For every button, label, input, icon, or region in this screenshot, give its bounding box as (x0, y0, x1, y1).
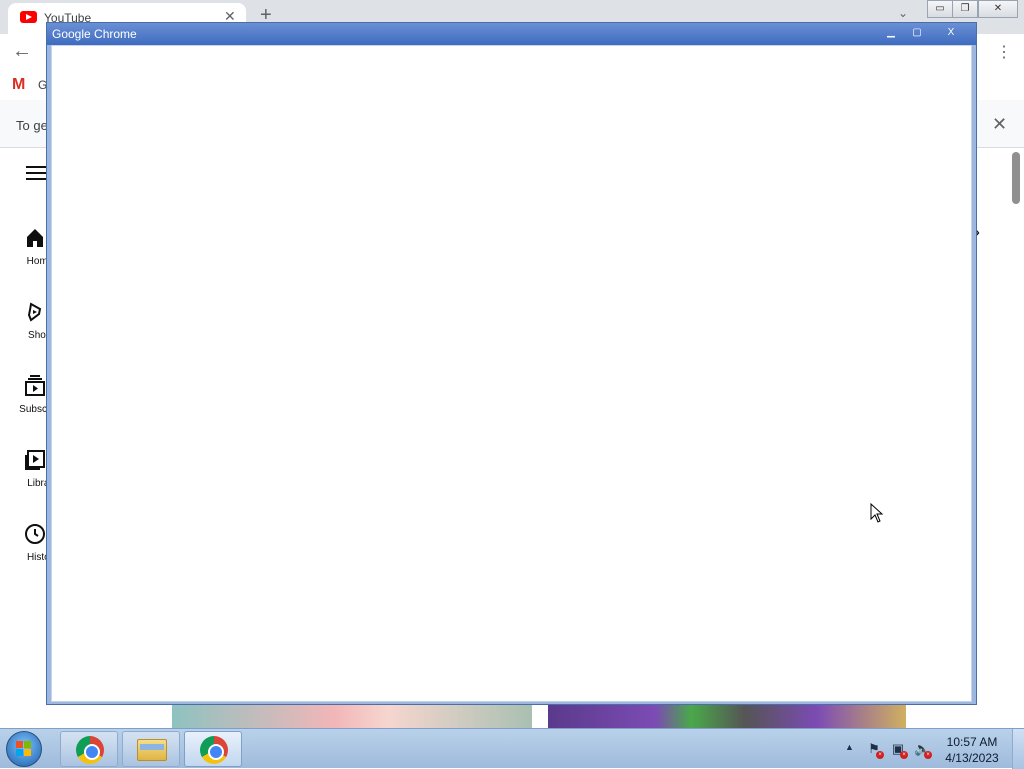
more-menu-icon[interactable]: ⋮ (996, 42, 1012, 62)
folder-icon (137, 739, 167, 761)
home-icon (27, 229, 43, 247)
shorts-icon (27, 302, 42, 322)
taskbar-chrome-button[interactable] (60, 731, 118, 767)
taskbar-chrome-active-button[interactable] (184, 731, 242, 767)
popup-title: Google Chrome (52, 27, 137, 41)
popup-close-button[interactable]: X (939, 25, 963, 41)
clock-date: 4/13/2023 (945, 751, 999, 765)
start-button[interactable] (6, 731, 42, 767)
taskbar-explorer-button[interactable] (122, 731, 180, 767)
close-window-button[interactable]: ✕ (978, 0, 1018, 18)
info-bar-text: To ge (16, 118, 48, 133)
hamburger-menu-icon[interactable] (26, 166, 46, 184)
taskbar: ▲ ⚑ × ▣ × 🔈 × 10:57 AM 4/13/2023 (0, 728, 1024, 769)
restore-button[interactable]: ❐ (952, 0, 978, 18)
back-arrow-icon[interactable]: ← (12, 40, 32, 63)
video-thumbnail[interactable] (548, 704, 906, 728)
popup-minimize-button[interactable]: ▁ (879, 25, 903, 41)
library-icon (25, 450, 45, 470)
clock-time: 10:57 AM (946, 735, 998, 749)
action-center-flag-icon[interactable]: ⚑ × (866, 741, 884, 759)
subscriptions-icon (25, 375, 45, 396)
popup-maximize-button[interactable]: ▢ (905, 25, 929, 41)
system-clock[interactable]: 10:57 AM 4/13/2023 (936, 734, 1008, 766)
windows-logo-icon (16, 741, 32, 757)
info-bar-close-icon[interactable]: ✕ (992, 114, 1007, 135)
popup-title-bar[interactable]: Google Chrome ▁ ▢ X (47, 23, 976, 45)
show-desktop-button[interactable] (1012, 729, 1024, 769)
youtube-icon (20, 11, 37, 23)
minimize-button[interactable]: ▭ (927, 0, 953, 18)
popup-content-area (51, 45, 972, 702)
video-thumbnail[interactable] (172, 704, 532, 728)
history-icon (25, 524, 45, 544)
chrome-icon (200, 736, 228, 764)
gmail-icon[interactable]: M (12, 76, 25, 94)
show-hidden-icons-arrow[interactable]: ▲ (845, 742, 854, 752)
volume-muted-icon[interactable]: 🔈 × (914, 741, 932, 759)
mouse-cursor-icon (870, 503, 884, 523)
scrollbar-thumb[interactable] (1012, 152, 1020, 204)
network-icon[interactable]: ▣ × (890, 741, 908, 759)
tab-search-icon[interactable]: ⌄ (898, 6, 908, 20)
chrome-icon (76, 736, 104, 764)
popup-window: Google Chrome ▁ ▢ X (46, 22, 977, 705)
